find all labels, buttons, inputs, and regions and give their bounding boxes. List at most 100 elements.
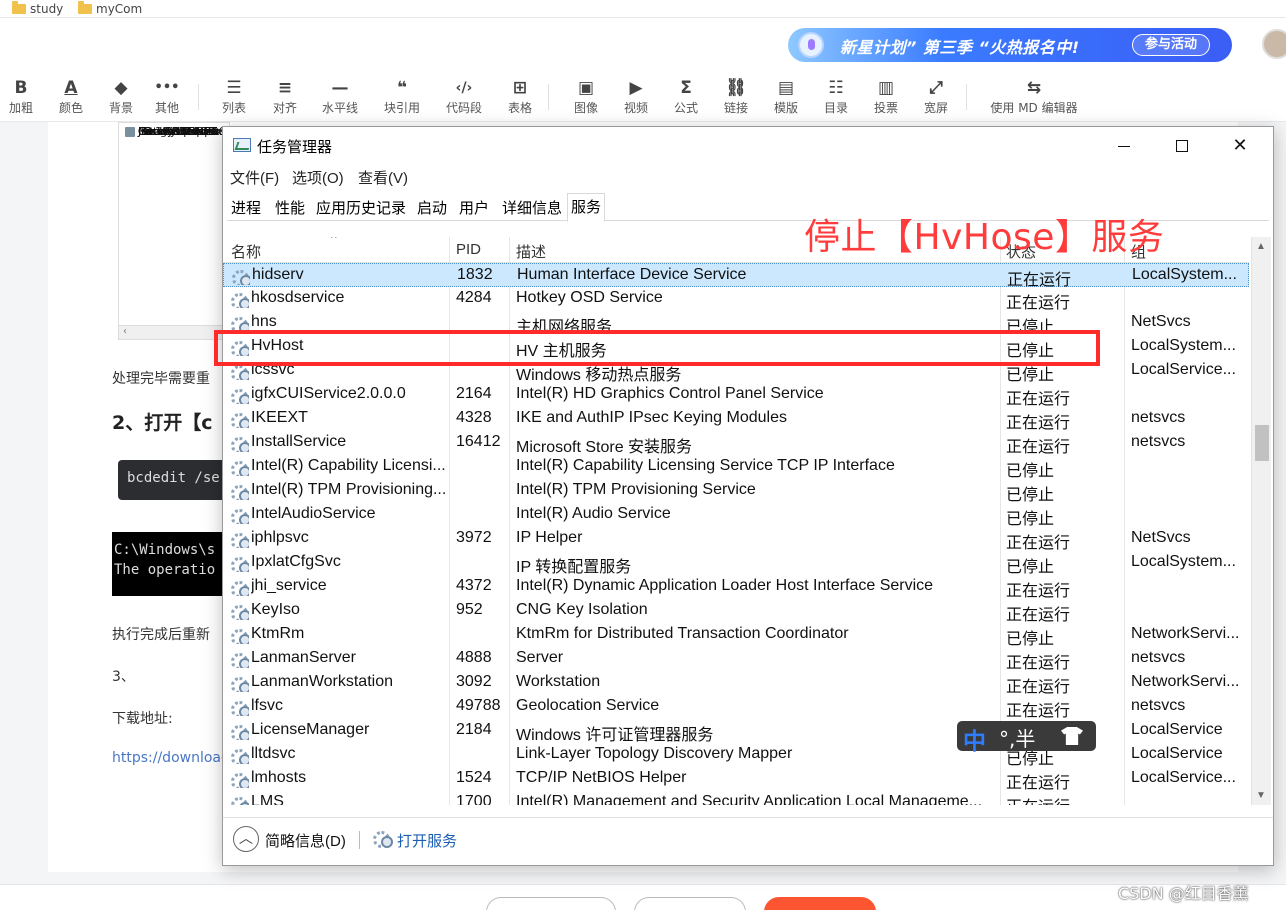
annotation-text: 停止【HvHose】服务 [804, 217, 1165, 258]
service-description: IP 转换配置服务 [516, 559, 632, 576]
task-manager-icon [233, 138, 251, 152]
service-group: NetworkServi... [1131, 673, 1240, 690]
save-draft-button[interactable] [486, 897, 616, 910]
service-status: 正在运行 [1006, 583, 1071, 600]
ime-options[interactable]: °,半 [999, 723, 1035, 752]
table-row[interactable]: InstallService 16412 Microsoft Store 安装服务 正… [223, 431, 1249, 456]
more-button[interactable]: ••• 其他 [142, 76, 192, 116]
video-button[interactable]: ▶ 视频 [611, 76, 661, 116]
formula-button[interactable]: Σ 公式 [661, 76, 711, 116]
service-pid: 2164 [456, 385, 492, 402]
cmd-line: The operatio [114, 562, 216, 578]
scroll-down-icon[interactable]: ▼ [1256, 790, 1266, 801]
table-row[interactable]: lfsvc 49788 Geolocation Service 正在运行 netsvcs [223, 695, 1249, 720]
service-description: Human Interface Device Service [517, 266, 747, 283]
table-row[interactable]: Intel(R) Capability Licensi... Intel(R) C… [223, 455, 1249, 480]
table-row[interactable]: hkosdservice 4284 Hotkey OSD Service 正在运行 [223, 287, 1249, 312]
service-status: 正在运行 [1006, 439, 1071, 456]
bold-button[interactable]: B 加粗 [0, 76, 46, 116]
close-icon: ✕ [1232, 135, 1248, 155]
table-row[interactable]: LanmanServer 4888 Server 正在运行 netsvcs [223, 647, 1249, 672]
service-group: netsvcs [1131, 409, 1186, 426]
menu-file[interactable]: 文件(F) [230, 167, 279, 188]
toc-button[interactable]: ☷ 目录 [811, 76, 861, 116]
tab-performance[interactable]: 性能 [272, 196, 308, 221]
ime-status-bar[interactable]: 中 °,半 [957, 721, 1096, 755]
link-button[interactable]: ⛓ 链接 [711, 76, 761, 116]
table-row[interactable]: lmhosts 1524 TCP/IP NetBIOS Helper 正在运行 Loca… [223, 767, 1249, 792]
minimize-button[interactable] [1095, 127, 1153, 163]
close-button[interactable]: ✕ [1211, 127, 1269, 163]
button-label: 其他 [154, 101, 179, 115]
horizontal-rule-button[interactable]: — 水平线 [315, 76, 365, 116]
button-label: 宽屏 [923, 101, 948, 115]
scroll-up-icon[interactable]: ▲ [1256, 241, 1266, 252]
tab-startup[interactable]: 启动 [414, 196, 450, 221]
vote-button[interactable]: ▥ 投票 [861, 76, 911, 116]
menu-view[interactable]: 查看(V) [358, 167, 408, 188]
service-gear-icon [229, 482, 249, 500]
title-bar[interactable]: 任务管理器 ✕ [223, 127, 1273, 163]
table-row[interactable]: IntelAudioService Intel(R) Audio Service 已… [223, 503, 1249, 528]
service-name: lmhosts [251, 769, 307, 786]
vertical-scrollbar[interactable]: ▲ ▼ [1251, 237, 1271, 805]
column-header-description[interactable]: 描述 [516, 241, 546, 262]
fewer-details-button[interactable]: 简略信息(D) [265, 830, 346, 851]
md-editor-button[interactable]: ⇆ 使用 MD 编辑器 [990, 76, 1077, 116]
table-row[interactable]: KtmRm KtmRm for Distributed Transaction C… [223, 623, 1249, 648]
chevron-up-icon[interactable]: ︿ [233, 826, 259, 852]
tab-processes[interactable]: 进程 [228, 196, 264, 221]
code-block-button[interactable]: ‹/› 代码段 [439, 76, 489, 116]
tab-app-history[interactable]: 应用历史记录 [313, 196, 409, 221]
tab-details[interactable]: 详细信息 [499, 196, 565, 221]
bookmark-study[interactable]: study [12, 1, 63, 17]
template-button[interactable]: ▤ 模版 [761, 76, 811, 116]
schedule-button[interactable] [634, 897, 746, 910]
scroll-thumb[interactable] [1255, 425, 1269, 461]
table-row[interactable]: LanmanWorkstation 3092 Workstation 正在运行 Netw… [223, 671, 1249, 696]
column-header-pid[interactable]: PID [456, 241, 481, 258]
blockquote-button[interactable]: ❝ 块引用 [377, 76, 427, 116]
table-row[interactable]: IpxlatCfgSvc IP 转换配置服务 已停止 LocalSystem... [223, 551, 1249, 576]
table-row[interactable]: Intel(R) TPM Provisioning... Intel(R) TPM… [223, 479, 1249, 504]
status-footer: ︿ 简略信息(D) 打开服务 [223, 817, 1273, 863]
button-label: 水平线 [321, 101, 358, 115]
table-row[interactable]: iphlpsvc 3972 IP Helper 正在运行 NetSvcs [223, 527, 1249, 552]
avatar[interactable] [1262, 29, 1286, 59]
microphone-icon [798, 32, 824, 58]
service-status: 已停止 [1006, 511, 1055, 528]
skin-icon[interactable] [1061, 727, 1083, 745]
background-button[interactable]: ◆ 背景 [96, 76, 146, 116]
table-row[interactable]: jhi_service 4372 Intel(R) Dynamic Applicat… [223, 575, 1249, 600]
widescreen-button[interactable]: ⤢ 宽屏 [911, 76, 961, 116]
tab-users[interactable]: 用户 [456, 196, 492, 221]
service-status: 已停止 [1006, 463, 1055, 480]
service-pid: 3972 [456, 529, 492, 546]
table-button[interactable]: ⊞ 表格 [495, 76, 545, 116]
table-row[interactable]: igfxCUIService2.0.0.0 2164 Intel(R) HD Gra… [223, 383, 1249, 408]
service-group: LocalSystem... [1131, 553, 1236, 570]
tab-services[interactable]: 服务 [567, 193, 606, 222]
bookmark-mycom[interactable]: myCom [78, 1, 142, 17]
table-row[interactable]: IKEEXT 4328 IKE and AuthIP IPsec Keying Mo… [223, 407, 1249, 432]
open-services-link[interactable]: 打开服务 [397, 830, 457, 851]
service-description: KtmRm for Distributed Transaction Coordi… [516, 625, 849, 642]
download-link[interactable]: https://download [112, 750, 230, 766]
color-button[interactable]: A 颜色 [46, 76, 96, 116]
video-icon: ▶ [629, 78, 643, 98]
align-button[interactable]: ≡ 对齐 [260, 76, 310, 116]
image-button[interactable]: ▣ 图像 [561, 76, 611, 116]
table-row[interactable]: hidserv 1832 Human Interface Device Servic… [223, 263, 1249, 289]
promo-banner[interactable]: 新星计划” 第三季 “火热报名中! 参与活动 [788, 28, 1232, 62]
table-row[interactable]: LMS 1700 Intel(R) Management and Security … [223, 791, 1249, 805]
paragraph: 处理完毕需要重 [112, 371, 210, 387]
maximize-button[interactable] [1153, 127, 1211, 163]
table-row[interactable]: KeyIso 952 CNG Key Isolation 正在运行 [223, 599, 1249, 624]
editor-toolbar: B 加粗 A 颜色 ◆ 背景 ••• 其他 ☰ 列表 ≡ 对齐 — 水平线 ❝ 块引用 ‹/› 代… [0, 72, 1286, 122]
ime-mode[interactable]: 中 [963, 722, 986, 756]
column-header-name[interactable]: 名称 [231, 241, 261, 262]
menu-options[interactable]: 选项(O) [292, 167, 344, 188]
join-activity-button[interactable]: 参与活动 [1131, 34, 1210, 56]
publish-button[interactable] [764, 897, 876, 910]
list-button[interactable]: ☰ 列表 [209, 76, 259, 116]
